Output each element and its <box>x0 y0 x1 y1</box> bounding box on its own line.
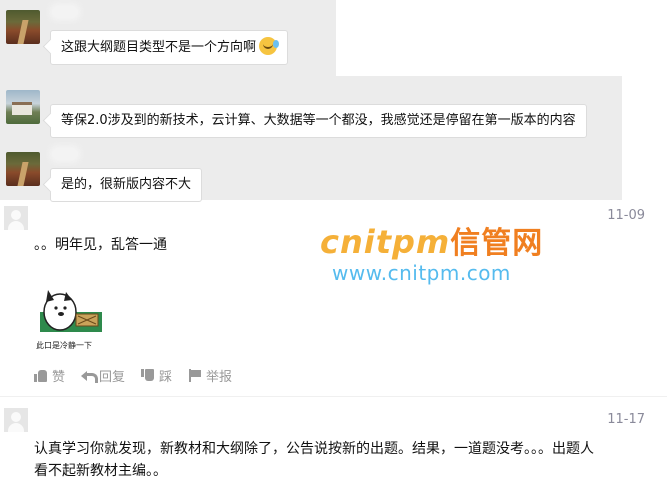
laughing-tears-emoji-icon <box>259 37 280 55</box>
watermark-brand-cn: 信管网 <box>450 226 544 261</box>
like-button[interactable]: 赞 <box>34 366 65 385</box>
chat-message-block: 等保2.0涉及到的新技术，云计算、大数据等一个都没，我感觉还是停留在第一版本的内… <box>0 76 622 138</box>
dislike-label: 踩 <box>159 370 173 385</box>
default-user-avatar[interactable] <box>4 408 28 432</box>
watermark-brand: cnitpm信管网 <box>320 223 544 262</box>
watermark-url: www.cnitpm.com <box>332 261 511 285</box>
road-photo-avatar[interactable] <box>6 10 40 44</box>
chat-message-text: 等保2.0涉及到的新技术，云计算、大数据等一个都没，我感觉还是停留在第一版本的内… <box>61 113 576 128</box>
thumbs-up-icon <box>34 369 48 382</box>
reply-button[interactable]: 回复 <box>81 366 125 385</box>
house-photo-avatar[interactable] <box>6 90 40 124</box>
cnitpm-watermark: cnitpm信管网 www.cnitpm.com <box>320 223 544 285</box>
report-label: 举报 <box>206 370 233 385</box>
chat-bubble: 等保2.0涉及到的新技术，云计算、大数据等一个都没，我感觉还是停留在第一版本的内… <box>50 104 587 138</box>
blurred-username <box>52 6 78 18</box>
chat-bubble: 是的，很新版内容不大 <box>50 168 203 202</box>
dog-sticker-image: 此口是冷静一下 <box>36 282 116 352</box>
default-user-avatar[interactable] <box>4 206 28 230</box>
comment-date: 11-17 <box>607 412 645 427</box>
thumbs-down-icon <box>141 369 155 382</box>
sticker-caption: 此口是冷静一下 <box>36 341 92 350</box>
report-button[interactable]: 举报 <box>188 366 232 385</box>
comment-actions: 赞 回复 踩 举报 <box>34 366 232 385</box>
comment-text: 。。明年见，乱答一通 <box>34 237 167 253</box>
chat-message-block: 这跟大纲题目类型不是一个方向啊 <box>0 0 336 76</box>
road-photo-avatar[interactable] <box>6 152 40 186</box>
chat-message-block: 是的，很新版内容不大 <box>0 138 622 202</box>
like-label: 赞 <box>52 370 66 385</box>
watermark-brand-en: cnitpm <box>320 223 451 261</box>
comment-text-line: 看不起新教材主编。。 <box>34 463 167 479</box>
blurred-username <box>52 148 78 160</box>
reply-label: 回复 <box>99 370 126 385</box>
dislike-button[interactable]: 踩 <box>141 366 172 385</box>
chat-bubble: 这跟大纲题目类型不是一个方向啊 <box>50 30 289 65</box>
dog-sticker-icon <box>40 290 102 332</box>
comment-item: 11-17 认真学习你就发现，新教材和大纲除了，公告说按新的出题。结果，一道题没… <box>0 404 667 493</box>
reply-arrow-icon <box>81 369 99 383</box>
comment-text-line: 认真学习你就发现，新教材和大纲除了，公告说按新的出题。结果，一道题没考。。。出题… <box>34 441 594 457</box>
flag-icon <box>188 369 202 382</box>
chat-message-text: 这跟大纲题目类型不是一个方向啊 <box>61 40 257 55</box>
chat-message-text: 是的，很新版内容不大 <box>61 177 192 192</box>
divider <box>0 396 667 397</box>
comment-text: 认真学习你就发现，新教材和大纲除了，公告说按新的出题。结果，一道题没考。。。出题… <box>34 438 594 482</box>
comment-date: 11-09 <box>607 208 645 223</box>
